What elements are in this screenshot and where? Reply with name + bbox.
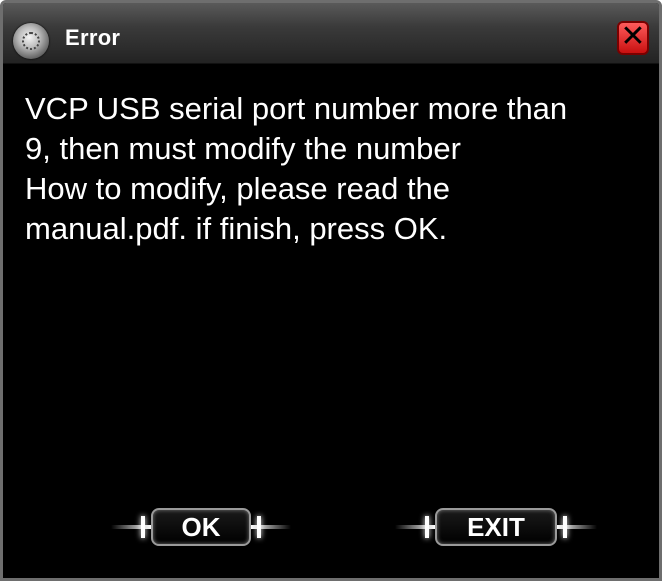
message-line-4: manual.pdf. if finish, press OK. [25,211,448,246]
button-glow-right [251,516,291,538]
error-dialog: Error ✕ VCP USB serial port number more … [0,0,662,581]
close-icon: ✕ [620,20,646,53]
error-message: VCP USB serial port number more than 9, … [25,89,645,249]
title-bar[interactable]: Error ✕ [3,3,659,64]
button-glow-left [395,516,435,538]
dialog-title: Error [65,25,121,50]
message-line-3: How to modify, please read the [25,171,451,206]
button-glow-right [557,516,597,538]
message-line-2: 9, then must modify the number [25,131,461,166]
ok-button-label: OK [151,508,251,546]
close-button[interactable]: ✕ [617,21,649,55]
ok-button[interactable]: OK [111,507,291,547]
app-logo-icon [13,23,49,59]
exit-button-label: EXIT [435,508,557,546]
message-line-1: VCP USB serial port number more than [25,91,568,126]
button-glow-left [111,516,151,538]
exit-button[interactable]: EXIT [395,507,597,547]
